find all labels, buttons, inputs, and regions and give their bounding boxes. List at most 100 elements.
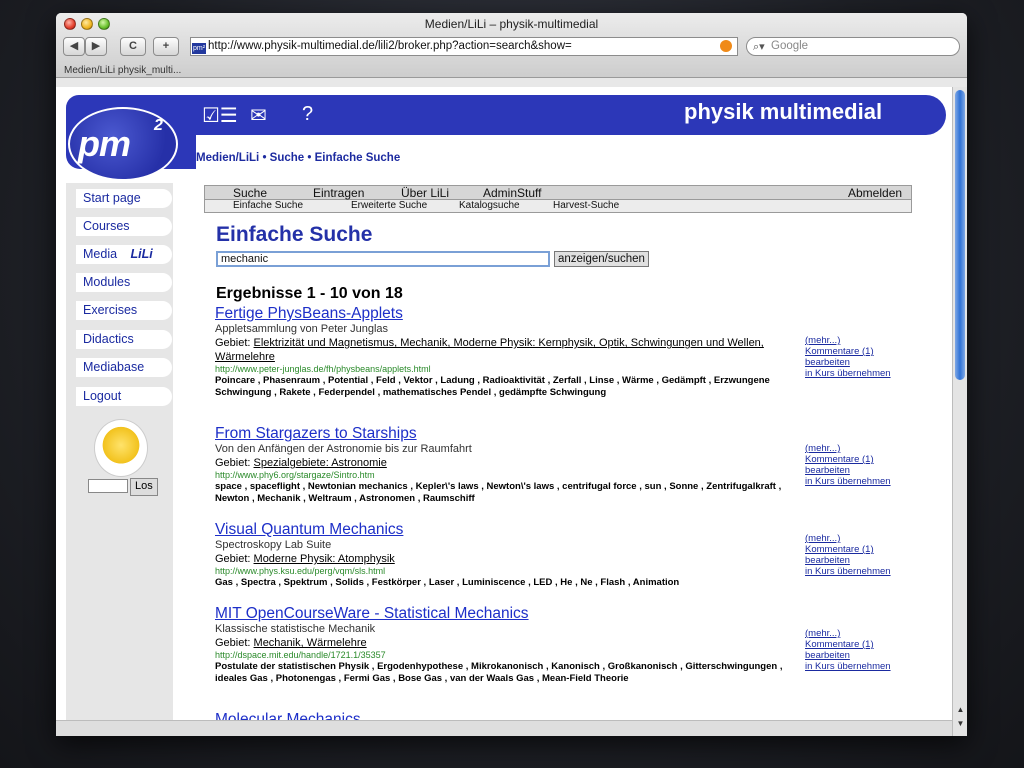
tab-adminstuff[interactable]: AdminStuff [483, 186, 541, 200]
tab-suche[interactable]: Suche [233, 186, 267, 200]
quick-search-button[interactable]: Los [130, 478, 158, 496]
sidebar-item-mediabase[interactable]: Mediabase [76, 358, 172, 377]
gebiet-label: Gebiet: [215, 637, 251, 649]
horizontal-scrollbar[interactable] [56, 720, 952, 736]
subtab-katalogsuche[interactable]: Katalogsuche [459, 200, 520, 212]
more-link[interactable]: (mehr...) [805, 628, 915, 639]
sidebar: Start page Courses Media LiLi Modules Ex… [66, 183, 173, 720]
result-title-link[interactable]: Molecular Mechanics [215, 711, 787, 720]
google-search-field[interactable]: Google [746, 37, 960, 56]
gebiet-links[interactable]: Spezialgebiete: Astronomie [254, 457, 387, 469]
sidebar-item-media-label: Media [83, 247, 118, 261]
scroll-down-arrow-icon[interactable]: ▼ [953, 717, 967, 731]
result-url[interactable]: http://www.peter-junglas.de/fh/physbeans… [215, 364, 787, 375]
result-url[interactable]: http://dspace.mit.edu/handle/1721.1/3535… [215, 650, 787, 661]
add-to-course-link[interactable]: in Kurs übernehmen [805, 476, 915, 487]
back-button[interactable]: ◀ [63, 37, 85, 56]
address-text: http://www.physik-multimedial.de/lili2/b… [208, 40, 572, 52]
sidebar-item-logout[interactable]: Logout [76, 387, 172, 406]
edit-link[interactable]: bearbeiten [805, 357, 915, 368]
page-viewport: pm 2 ☑☰ ✉ ? physik multimedial Medien/Li… [56, 87, 952, 720]
results-count: Ergebnisse 1 - 10 von 18 [216, 285, 403, 302]
main-tabs: Suche Eintragen Über LiLi AdminStuff Abm… [204, 185, 912, 200]
more-link[interactable]: (mehr...) [805, 443, 915, 454]
mail-icon[interactable]: ✉ [250, 103, 267, 128]
sidebar-item-didactics[interactable]: Didactics [76, 330, 172, 349]
header-notch [196, 135, 946, 145]
checklist-icon[interactable]: ☑☰ [202, 103, 238, 128]
forward-button[interactable]: ▶ [85, 37, 107, 56]
scrollbar-thumb[interactable] [955, 90, 965, 380]
gebiet-links[interactable]: Elektrizität und Magnetismus, Mechanik, … [215, 337, 764, 363]
browser-window: Medien/LiLi – physik-multimedial ◀ ▶ C +… [56, 13, 967, 736]
search-button[interactable]: anzeigen/suchen [554, 251, 649, 267]
result-gebiet: Gebiet: Mechanik, Wärmelehre [215, 636, 787, 650]
result-url[interactable]: http://www.phy6.org/stargaze/Sintro.htm [215, 470, 787, 481]
favicon-icon: pm² [192, 43, 206, 54]
sidebar-item-courses[interactable]: Courses [76, 217, 172, 236]
result-gebiet: Gebiet: Spezialgebiete: Astronomie [215, 456, 787, 470]
more-link[interactable]: (mehr...) [805, 335, 915, 346]
gebiet-label: Gebiet: [215, 337, 251, 349]
tab-ueber-lili[interactable]: Über LiLi [401, 186, 449, 200]
add-bookmark-button[interactable]: + [153, 37, 179, 56]
comments-link[interactable]: Kommentare (1) [805, 454, 915, 465]
comments-link[interactable]: Kommentare (1) [805, 639, 915, 650]
result-gebiet: Gebiet: Elektrizität und Magnetismus, Me… [215, 336, 787, 364]
result-title-link[interactable]: MIT OpenCourseWare - Statistical Mechani… [215, 605, 787, 623]
result-gebiet: Gebiet: Moderne Physik: Atomphysik [215, 552, 787, 566]
result-keywords: Gas , Spectra , Spektrum , Solids , Fest… [215, 577, 680, 588]
result-keywords: space , spaceflight , Newtonian mechanic… [215, 481, 782, 504]
subtab-harvest-suche[interactable]: Harvest-Suche [553, 200, 619, 212]
edit-link[interactable]: bearbeiten [805, 465, 915, 476]
gebiet-label: Gebiet: [215, 553, 251, 565]
add-to-course-link[interactable]: in Kurs übernehmen [805, 368, 915, 379]
result-item: Visual Quantum Mechanics Spectroskopy La… [215, 521, 787, 589]
result-actions: (mehr...) Kommentare (1) bearbeiten in K… [805, 335, 915, 379]
result-item: Molecular Mechanics [215, 711, 787, 720]
magnifier-icon: ⌕▾ [753, 41, 765, 53]
result-title-link[interactable]: From Stargazers to Starships [215, 425, 787, 443]
sidebar-item-start-page[interactable]: Start page [76, 189, 172, 208]
subtab-erweiterte-suche[interactable]: Erweiterte Suche [351, 200, 427, 212]
quick-search-input[interactable] [88, 479, 128, 493]
add-to-course-link[interactable]: in Kurs übernehmen [805, 566, 915, 577]
rss-icon[interactable] [720, 40, 732, 52]
result-title-link[interactable]: Visual Quantum Mechanics [215, 521, 787, 539]
vertical-scrollbar[interactable]: ▲ ▼ [952, 87, 967, 736]
gebiet-links[interactable]: Moderne Physik: Atomphysik [254, 553, 395, 565]
address-bar[interactable]: pm² http://www.physik-multimedial.de/lili… [190, 37, 738, 56]
reload-button[interactable]: C [120, 37, 146, 56]
add-to-course-link[interactable]: in Kurs übernehmen [805, 661, 915, 672]
result-item: MIT OpenCourseWare - Statistical Mechani… [215, 605, 787, 685]
more-link[interactable]: (mehr...) [805, 533, 915, 544]
result-subtitle: Klassische statistische Mechanik [215, 623, 376, 635]
site-title: physik multimedial [684, 99, 883, 124]
edit-link[interactable]: bearbeiten [805, 650, 915, 661]
help-icon[interactable]: ? [302, 103, 313, 126]
search-input[interactable]: mechanic [216, 251, 550, 267]
tab-abmelden[interactable]: Abmelden [848, 186, 902, 200]
scroll-up-arrow-icon[interactable]: ▲ [953, 703, 967, 717]
comments-link[interactable]: Kommentare (1) [805, 346, 915, 357]
page-title: Einfache Suche [216, 223, 373, 246]
gebiet-label: Gebiet: [215, 457, 251, 469]
result-item: From Stargazers to Starships Von den Anf… [215, 425, 787, 505]
result-subtitle: Von den Anfängen der Astronomie bis zur … [215, 443, 472, 455]
tab-eintragen[interactable]: Eintragen [313, 186, 364, 200]
browser-tab[interactable]: Medien/LiLi physik_multi... [64, 65, 228, 77]
lili-mascot-icon [94, 419, 148, 477]
result-item: Fertige PhysBeans-Applets Appletsammlung… [215, 305, 787, 399]
result-subtitle: Appletsammlung von Peter Junglas [215, 323, 389, 335]
result-keywords: Poincare , Phasenraum , Potential , Feld… [215, 375, 770, 398]
subtab-einfache-suche[interactable]: Einfache Suche [233, 200, 303, 212]
comments-link[interactable]: Kommentare (1) [805, 544, 915, 555]
edit-link[interactable]: bearbeiten [805, 555, 915, 566]
gebiet-links[interactable]: Mechanik, Wärmelehre [254, 637, 367, 649]
site-logo: pm [78, 123, 131, 164]
result-url[interactable]: http://www.phys.ksu.edu/perg/vqm/sls.htm… [215, 566, 787, 577]
sidebar-item-media[interactable]: Media LiLi [76, 245, 172, 264]
result-title-link[interactable]: Fertige PhysBeans-Applets [215, 305, 787, 323]
sidebar-item-exercises[interactable]: Exercises [76, 301, 172, 320]
sidebar-item-modules[interactable]: Modules [76, 273, 172, 292]
